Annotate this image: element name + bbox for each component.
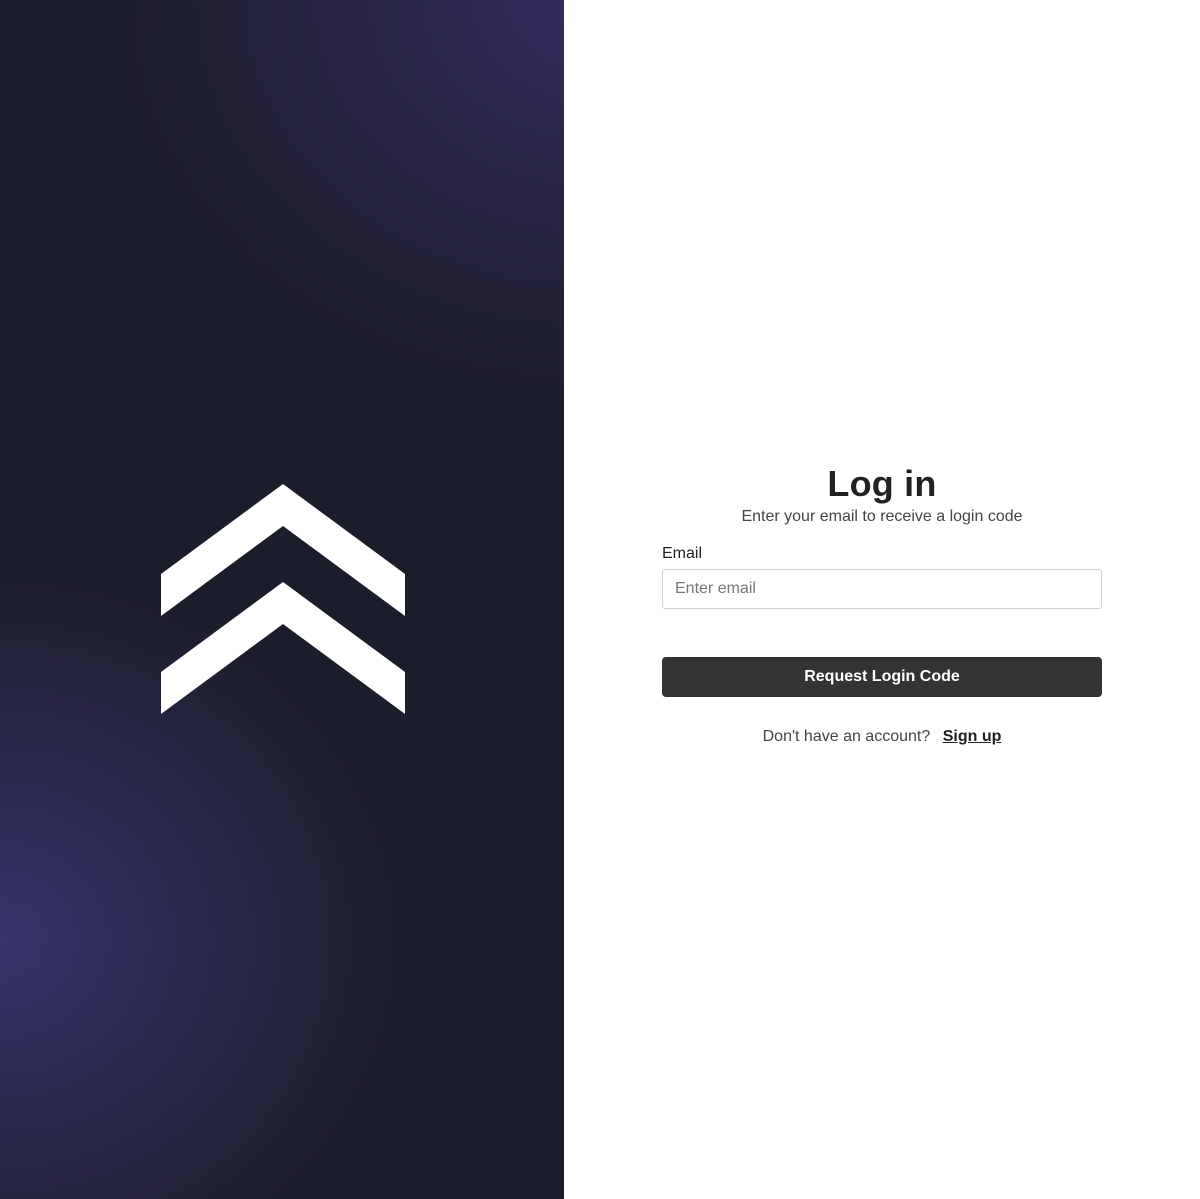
page-subtitle: Enter your email to receive a login code [741,508,1023,525]
signup-prompt: Don't have an account? [762,728,931,745]
login-form: Log in Enter your email to receive a log… [662,462,1102,747]
email-label: Email [662,545,703,562]
login-page: Log in Enter your email to receive a log… [0,0,1200,1199]
signup-link[interactable]: Sign up [943,728,1002,745]
signup-row: Don't have an account? Sign up [662,727,1102,747]
request-login-code-button[interactable]: Request Login Code [662,657,1102,697]
brand-panel [0,0,564,1199]
email-field[interactable] [662,569,1102,609]
double-chevron-up-icon [161,484,405,714]
page-title: Log in [827,463,937,504]
form-panel: Log in Enter your email to receive a log… [564,0,1200,1199]
